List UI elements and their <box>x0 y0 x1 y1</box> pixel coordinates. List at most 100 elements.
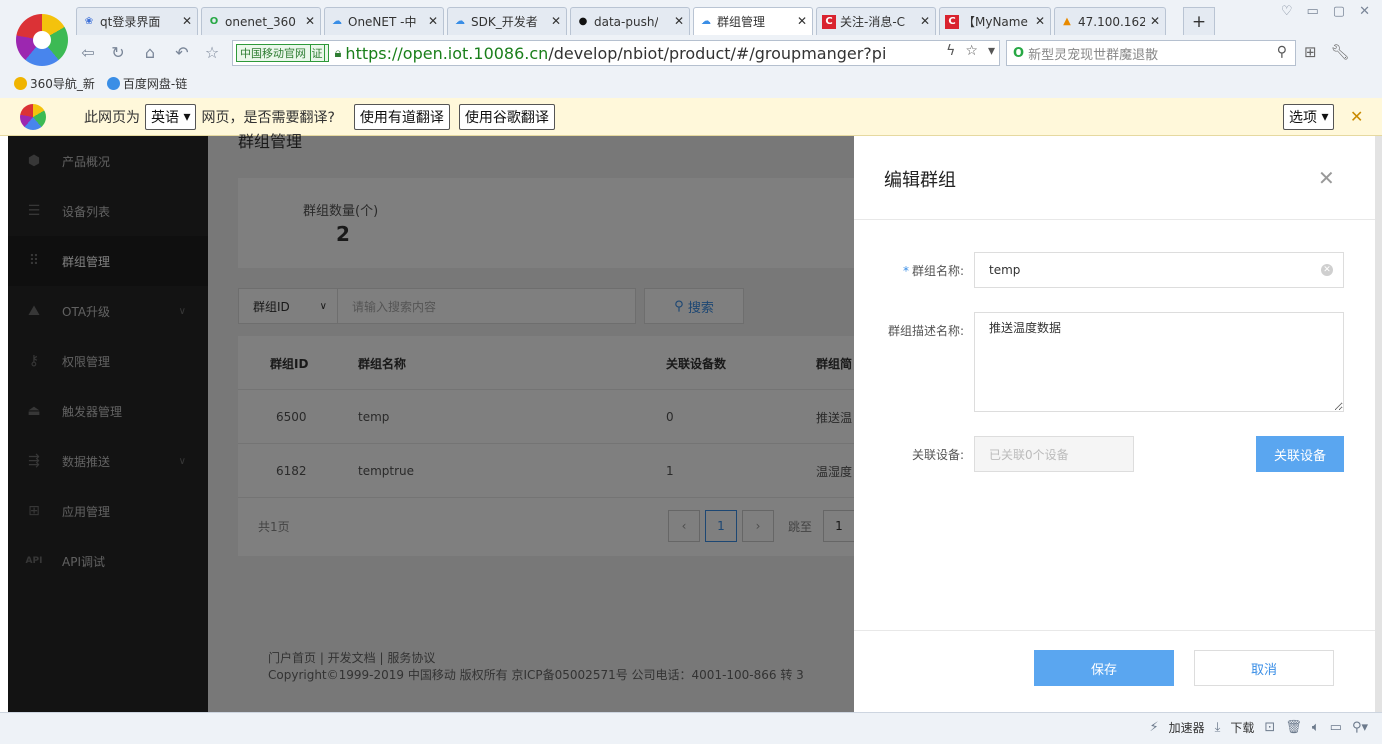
close-tab-icon[interactable]: ✕ <box>920 14 930 28</box>
maximize-button[interactable]: ▢ <box>1333 4 1345 19</box>
nav360-icon <box>14 76 27 90</box>
skin-icon[interactable]: ♡ <box>1281 4 1293 19</box>
address-actions: ϟ ☆ ▾ <box>946 43 995 59</box>
page-scrollbar[interactable] <box>1375 136 1382 712</box>
tab[interactable]: ☁ OneNET -中 ✕ <box>324 7 444 35</box>
translate-prompt: 此网页为 英语 ▾ 网页，是否需要翻译? 使用有道翻译 使用谷歌翻译 <box>84 98 555 136</box>
status-items: ⚡ 加速器 ⤓ 下载 ⊡ 🗑︎ 🔈︎ ▭ ⚲▾ <box>1150 719 1369 736</box>
close-tab-icon[interactable]: ✕ <box>1150 14 1160 28</box>
translate-options-button[interactable]: 选项 ▾ <box>1283 104 1335 130</box>
download-button[interactable]: 下载 <box>1230 719 1254 736</box>
close-tab-icon[interactable]: ✕ <box>182 14 192 28</box>
language-select[interactable]: 英语 ▾ <box>145 104 197 130</box>
tab-title: qt登录界面 <box>100 15 161 29</box>
trash-icon[interactable]: 🗑︎ <box>1285 720 1302 735</box>
close-tab-icon[interactable]: ✕ <box>551 14 561 28</box>
zoom-icon[interactable]: ⚲▾ <box>1352 720 1368 735</box>
address-bar[interactable]: 中国移动官网 证 🔒︎ https://open.iot.10086.cn/de… <box>232 40 1000 66</box>
tab-title: 【MyName <box>963 15 1028 29</box>
github-icon: ● <box>578 16 588 27</box>
o-icon: O <box>209 16 219 27</box>
dropdown-icon[interactable]: ▾ <box>988 43 995 59</box>
bookmark-item[interactable]: 360导航_新 <box>14 75 95 92</box>
tab-title: OneNET -中 <box>348 15 417 29</box>
translate-bar: 此网页为 英语 ▾ 网页，是否需要翻译? 使用有道翻译 使用谷歌翻译 选项 ▾ … <box>0 98 1382 136</box>
new-tab-button[interactable]: + <box>1183 7 1215 35</box>
translate-logo-icon <box>20 104 46 130</box>
cancel-button[interactable]: 取消 <box>1194 650 1334 686</box>
modal-mask[interactable] <box>8 136 854 712</box>
lock-icon: 🔒︎ <box>334 45 342 61</box>
tab[interactable]: ❀ qt登录界面 ✕ <box>76 7 198 35</box>
close-tab-icon[interactable]: ✕ <box>305 14 315 28</box>
clear-icon[interactable]: ✕ <box>1321 264 1333 276</box>
tab[interactable]: ▲ 47.100.162. ✕ <box>1054 7 1166 35</box>
tools-icon[interactable]: 🔧︎ <box>1331 43 1350 61</box>
edit-group-drawer: 编辑群组 ✕ * 群组名称: temp ✕ 群组描述名称: 推送温度数据 关联设备… <box>854 136 1375 712</box>
browser-chrome: ❀ qt登录界面 ✕ Oonenet_360 ✕ ☁ OneNET -中 ✕ ☁ SDK_开发者 ✕… <box>0 0 1382 98</box>
close-tab-icon[interactable]: ✕ <box>797 14 807 28</box>
required-mark: * <box>902 264 909 278</box>
bookmark-item[interactable]: 百度网盘-链 <box>106 75 187 92</box>
linked-devices-field: 已关联0个设备 <box>974 436 1134 472</box>
close-tab-icon[interactable]: ✕ <box>1035 14 1045 28</box>
undo-close-icon[interactable]: ↶ <box>172 41 192 63</box>
close-window-button[interactable]: ✕ <box>1359 4 1370 19</box>
c-icon: C <box>822 14 836 29</box>
favorite-star-icon[interactable]: ☆ <box>202 41 222 63</box>
bookmarks-bar: 360导航_新 百度网盘-链 <box>0 72 187 94</box>
linked-devices-label: 关联设备: <box>911 448 964 462</box>
c-icon: C <box>945 14 959 29</box>
url-text[interactable]: https://open.iot.10086.cn/develop/nbiot/… <box>345 44 885 63</box>
youdao-translate-button[interactable]: 使用有道翻译 <box>353 104 450 130</box>
site-verified-badge[interactable]: 中国移动官网 证 <box>236 44 329 62</box>
home-icon[interactable]: ⌂ <box>140 41 160 63</box>
lightning-icon[interactable]: ϟ <box>946 43 955 59</box>
accelerator-button[interactable]: 加速器 <box>1169 719 1205 736</box>
minimize-button[interactable]: ▭ <box>1307 4 1319 19</box>
group-desc-label: 群组描述名称: <box>887 324 964 338</box>
search-engine-icon[interactable]: O <box>1013 46 1024 61</box>
bookmark-star-icon[interactable]: ☆ <box>965 43 978 59</box>
paw-icon: ❀ <box>84 16 94 27</box>
tab[interactable]: C 关注-消息-C ✕ <box>816 7 936 35</box>
back-icon[interactable]: ⇦ <box>78 41 98 63</box>
close-tab-icon[interactable]: ✕ <box>428 14 438 28</box>
translate-prefix: 此网页为 <box>84 110 140 126</box>
volume-icon[interactable]: 🔈︎ <box>1312 720 1320 735</box>
link-devices-button[interactable]: 关联设备 <box>1256 436 1344 472</box>
baidu-pan-icon <box>106 76 120 90</box>
divider <box>854 630 1375 631</box>
save-button[interactable]: 保存 <box>1034 650 1174 686</box>
close-tab-icon[interactable]: ✕ <box>674 14 684 28</box>
group-desc-textarea[interactable]: 推送温度数据 <box>974 312 1344 412</box>
search-box[interactable]: O 新型灵宠现世群魔退散 ⚲ <box>1006 40 1296 66</box>
extensions-icon[interactable]: ⊞ <box>1304 43 1317 61</box>
google-translate-button[interactable]: 使用谷歌翻译 <box>458 104 555 130</box>
tab[interactable]: ☁ SDK_开发者 ✕ <box>447 7 567 35</box>
refresh-icon[interactable]: ↻ <box>108 41 128 63</box>
screenshot-icon[interactable]: ⊡ <box>1264 720 1275 735</box>
toolbar-extras: ⊞ 🔧︎ <box>1304 43 1350 61</box>
browser-logo[interactable] <box>16 14 68 66</box>
bookmark-label: 360导航_新 <box>30 76 95 91</box>
tab-strip: ❀ qt登录界面 ✕ Oonenet_360 ✕ ☁ OneNET -中 ✕ ☁ SDK_开发者 ✕… <box>76 7 1166 35</box>
search-icon[interactable]: ⚲ <box>1277 44 1287 60</box>
tab[interactable]: Oonenet_360 ✕ <box>201 7 321 35</box>
pma-icon: ▲ <box>1063 16 1071 27</box>
group-name-label: * 群组名称: <box>854 262 964 279</box>
screen-icon[interactable]: ▭ <box>1330 720 1342 735</box>
tab[interactable]: ☁ 群组管理 ✕ <box>693 7 813 35</box>
group-name-input[interactable]: temp ✕ <box>974 252 1344 288</box>
accelerator-icon: ⚡ <box>1149 720 1159 735</box>
tab[interactable]: ● data-push/ ✕ <box>570 7 690 35</box>
tab[interactable]: C 【MyName ✕ <box>939 7 1051 35</box>
tab-title: onenet_360 <box>225 14 296 29</box>
close-icon[interactable]: ✕ <box>1318 166 1335 190</box>
tab-title: SDK_开发者 <box>471 15 538 29</box>
tab-title: 47.100.162. <box>1078 14 1145 29</box>
url-path: /develop/nbiot/product/#/groupmanger?pid… <box>548 43 886 63</box>
close-icon[interactable]: ✕ <box>1350 107 1363 126</box>
status-bar: ⚡ 加速器 ⤓ 下载 ⊡ 🗑︎ 🔈︎ ▭ ⚲▾ <box>0 712 1382 744</box>
translate-question: 网页，是否需要翻译? <box>201 110 335 126</box>
